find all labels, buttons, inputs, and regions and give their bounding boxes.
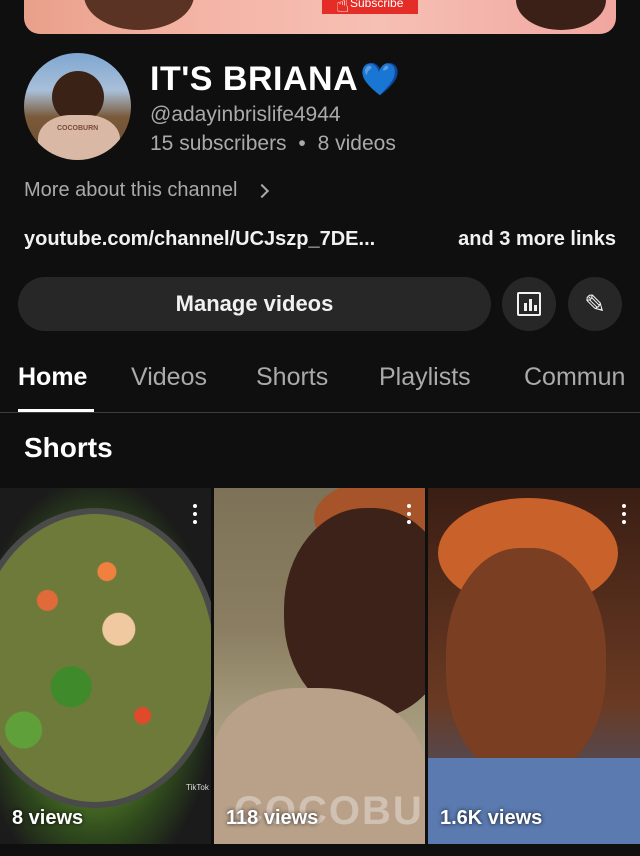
subscriber-count: 15 subscribers — [150, 132, 287, 155]
tab-community[interactable]: Commun — [524, 363, 625, 392]
blue-heart-icon: 💙 — [360, 61, 401, 97]
short-image-face — [446, 548, 606, 778]
short-thumbnail[interactable]: 1.6K views — [428, 488, 640, 844]
edit-channel-button[interactable]: ✎ — [568, 277, 622, 331]
short-image-face — [284, 508, 425, 718]
short-view-count: 1.6K views — [440, 807, 543, 829]
analytics-icon — [517, 292, 541, 316]
channel-name: IT'S BRIANA💙 — [150, 60, 400, 99]
channel-tabs: Home Videos Shorts Playlists Commun — [0, 355, 640, 413]
short-view-count: 8 views — [12, 807, 84, 829]
channel-avatar[interactable]: COCOBURN — [24, 53, 131, 160]
banner-image-left — [84, 0, 194, 30]
video-count: 8 videos — [317, 132, 396, 155]
more-options-icon[interactable] — [407, 504, 411, 524]
active-tab-indicator — [18, 409, 94, 412]
short-thumbnail[interactable]: COCOBU 118 views — [214, 488, 425, 844]
more-links-link[interactable]: and 3 more links — [458, 228, 616, 251]
banner-image-right — [516, 0, 606, 30]
short-view-count: 118 views — [226, 807, 319, 829]
more-options-icon[interactable] — [193, 504, 197, 524]
pencil-icon: ✎ — [584, 288, 606, 319]
channel-url-link[interactable]: youtube.com/channel/UCJszp_7DE... — [24, 228, 375, 251]
channel-links-row: youtube.com/channel/UCJszp_7DE... and 3 … — [24, 228, 616, 251]
short-image-shirt — [428, 758, 640, 844]
tab-videos[interactable]: Videos — [131, 363, 207, 392]
manage-videos-button[interactable]: Manage videos — [18, 277, 491, 331]
channel-handle: @adayinbrislife4944 — [150, 103, 341, 126]
shorts-shelf: TikTok 8 views COCOBU 118 views 1.6K vie… — [0, 488, 640, 844]
tiktok-watermark: TikTok — [186, 783, 209, 792]
chevron-right-icon — [255, 183, 270, 198]
tab-home[interactable]: Home — [18, 363, 87, 392]
avatar-shirt — [38, 115, 120, 160]
more-about-label: More about this channel — [24, 179, 238, 201]
more-about-channel-link[interactable]: More about this channel — [24, 179, 270, 202]
shorts-section-title: Shorts — [24, 432, 113, 463]
stats-separator: • — [298, 132, 306, 155]
channel-stats: 15 subscribers • 8 videos — [150, 132, 396, 156]
short-thumbnail[interactable]: TikTok 8 views — [0, 488, 211, 844]
more-options-icon[interactable] — [622, 504, 626, 524]
channel-banner[interactable]: Subscribe ☝ — [24, 0, 616, 34]
analytics-button[interactable] — [502, 277, 556, 331]
tab-playlists[interactable]: Playlists — [379, 363, 471, 392]
channel-name-text: IT'S BRIANA — [150, 60, 359, 98]
food-image — [0, 508, 211, 808]
hand-cursor-icon: ☝ — [336, 0, 350, 17]
avatar-shirt-text: COCOBURN — [57, 125, 99, 132]
tab-shorts[interactable]: Shorts — [256, 363, 328, 392]
